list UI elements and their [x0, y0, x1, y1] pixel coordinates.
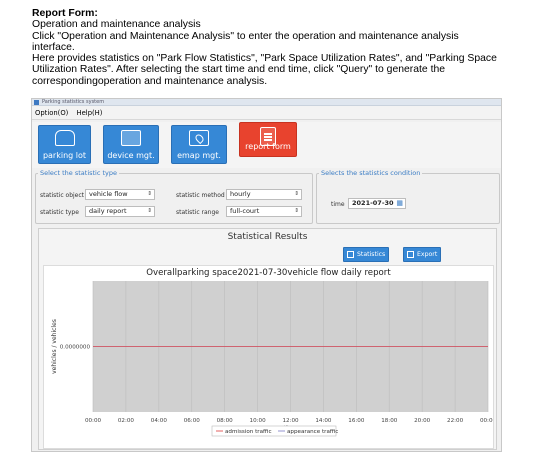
- x-tick-label: 18:00: [381, 418, 398, 424]
- menu-bar: Option(O) Help(H): [32, 106, 501, 120]
- chart-title: Overallparking space2021-07-30vehicle fl…: [146, 268, 391, 278]
- x-tick-label: 10:00: [250, 418, 267, 424]
- y-tick-label: 0.0000000: [60, 345, 91, 351]
- app-window: Parking statistics system Option(O) Help…: [31, 98, 502, 452]
- x-tick-label: 16:00: [348, 418, 365, 424]
- report-form-heading: Report Form:: [32, 8, 98, 19]
- legend-label: appearance traffic: [287, 429, 338, 435]
- statistic-type-label: statistic type: [40, 209, 79, 216]
- statistic-object-label: statistic object: [40, 192, 85, 199]
- statistic-range-select[interactable]: full-court ⇕: [226, 206, 302, 217]
- doc-line: interface.: [32, 41, 75, 53]
- statistic-object-select[interactable]: vehicle flow ⇕: [85, 189, 155, 200]
- doc-line: Here provides statistics on "Park Flow S…: [32, 53, 497, 65]
- parking-lot-label: parking lot: [42, 151, 87, 160]
- statistic-method-select[interactable]: hourly ⇕: [226, 189, 302, 200]
- export-button-label: Export: [417, 251, 438, 258]
- parking-lot-button[interactable]: parking lot: [38, 125, 91, 164]
- legend-label: admission traffic: [225, 429, 272, 435]
- chevron-updown-icon: ⇕: [147, 208, 152, 214]
- report-form-label: report form: [245, 142, 291, 151]
- chevron-updown-icon: ⇕: [294, 191, 299, 197]
- statistics-button[interactable]: Statistics: [343, 247, 389, 262]
- results-title: Statistical Results: [227, 232, 308, 242]
- chevron-updown-icon: ⇕: [294, 208, 299, 214]
- statistics-button-label: Statistics: [357, 251, 386, 258]
- statistics-condition-group: Selects the statistics condition: [316, 169, 500, 224]
- x-tick-label: 00:00: [85, 418, 102, 424]
- x-tick-label: 00:00: [480, 418, 493, 424]
- emap-mgt-button[interactable]: emap mgt.: [171, 125, 227, 164]
- x-tick-label: 04:00: [151, 418, 168, 424]
- doc-line: Operation and maintenance analysis: [32, 19, 201, 31]
- calendar-icon[interactable]: ▦: [396, 199, 403, 208]
- statistic-type-select[interactable]: daily report ⇕: [85, 206, 155, 217]
- x-tick-label: 02:00: [118, 418, 135, 424]
- main-toolbar: parking lot device mgt. emap mgt. report…: [32, 122, 501, 168]
- chart-panel: Overallparking space2021-07-30vehicle fl…: [43, 265, 494, 449]
- statistic-object-value: vehicle flow: [89, 190, 128, 198]
- chevron-updown-icon: ⇕: [147, 191, 152, 197]
- statistic-type-legend: Select the statistic type: [40, 169, 118, 177]
- vehicle-flow-chart: 00:00 02:00 04:00 06:00 08:00 10:00 12:00 14:00…: [51, 281, 493, 437]
- x-tick-label: 06:00: [184, 418, 201, 424]
- menu-option[interactable]: Option(O): [35, 109, 68, 117]
- time-date-picker[interactable]: 2021-07-30 ▦: [348, 198, 406, 209]
- statistic-range-value: full-court: [230, 207, 260, 215]
- window-title: Parking statistics system: [42, 99, 105, 105]
- doc-line: Utilization Rates". After selecting the …: [32, 64, 446, 76]
- device-mgt-button[interactable]: device mgt.: [103, 125, 159, 164]
- statistic-method-label: statistic method: [176, 192, 225, 199]
- instructions-text: Report Form: Operation and maintenance a…: [32, 8, 522, 87]
- doc-line: Click "Operation and Maintenance Analysi…: [32, 30, 459, 42]
- y-axis-label: vehicles / vehicles: [51, 319, 58, 374]
- export-icon: [407, 251, 414, 258]
- time-value: 2021-07-30: [352, 199, 394, 207]
- menu-help[interactable]: Help(H): [77, 109, 103, 117]
- x-tick-label: 08:00: [217, 418, 234, 424]
- emap-mgt-label: emap mgt.: [177, 151, 221, 160]
- statistic-method-value: hourly: [230, 190, 251, 198]
- x-tick-label: 22:00: [447, 418, 464, 424]
- device-mgt-label: device mgt.: [107, 151, 155, 160]
- statistics-icon: [347, 251, 354, 258]
- statistic-type-value: daily report: [89, 207, 127, 215]
- report-form-button[interactable]: report form: [239, 122, 297, 157]
- doc-line: correspondingoperation and maintenance a…: [32, 75, 268, 87]
- statistical-results-panel: Statistical Results Statistics Export Ov…: [38, 228, 497, 450]
- map-icon: [189, 130, 209, 146]
- export-button[interactable]: Export: [403, 247, 441, 262]
- x-tick-label: 20:00: [414, 418, 431, 424]
- app-logo-icon: [34, 100, 39, 105]
- car-icon: [54, 130, 75, 146]
- x-tick-label: 12:00: [282, 418, 299, 424]
- x-tick-label: 14:00: [315, 418, 332, 424]
- device-icon: [121, 130, 141, 146]
- time-label: time: [331, 201, 345, 208]
- window-titlebar[interactable]: Parking statistics system: [32, 99, 501, 106]
- statistic-range-label: statistic range: [176, 209, 219, 216]
- statistics-condition-legend: Selects the statistics condition: [321, 169, 421, 177]
